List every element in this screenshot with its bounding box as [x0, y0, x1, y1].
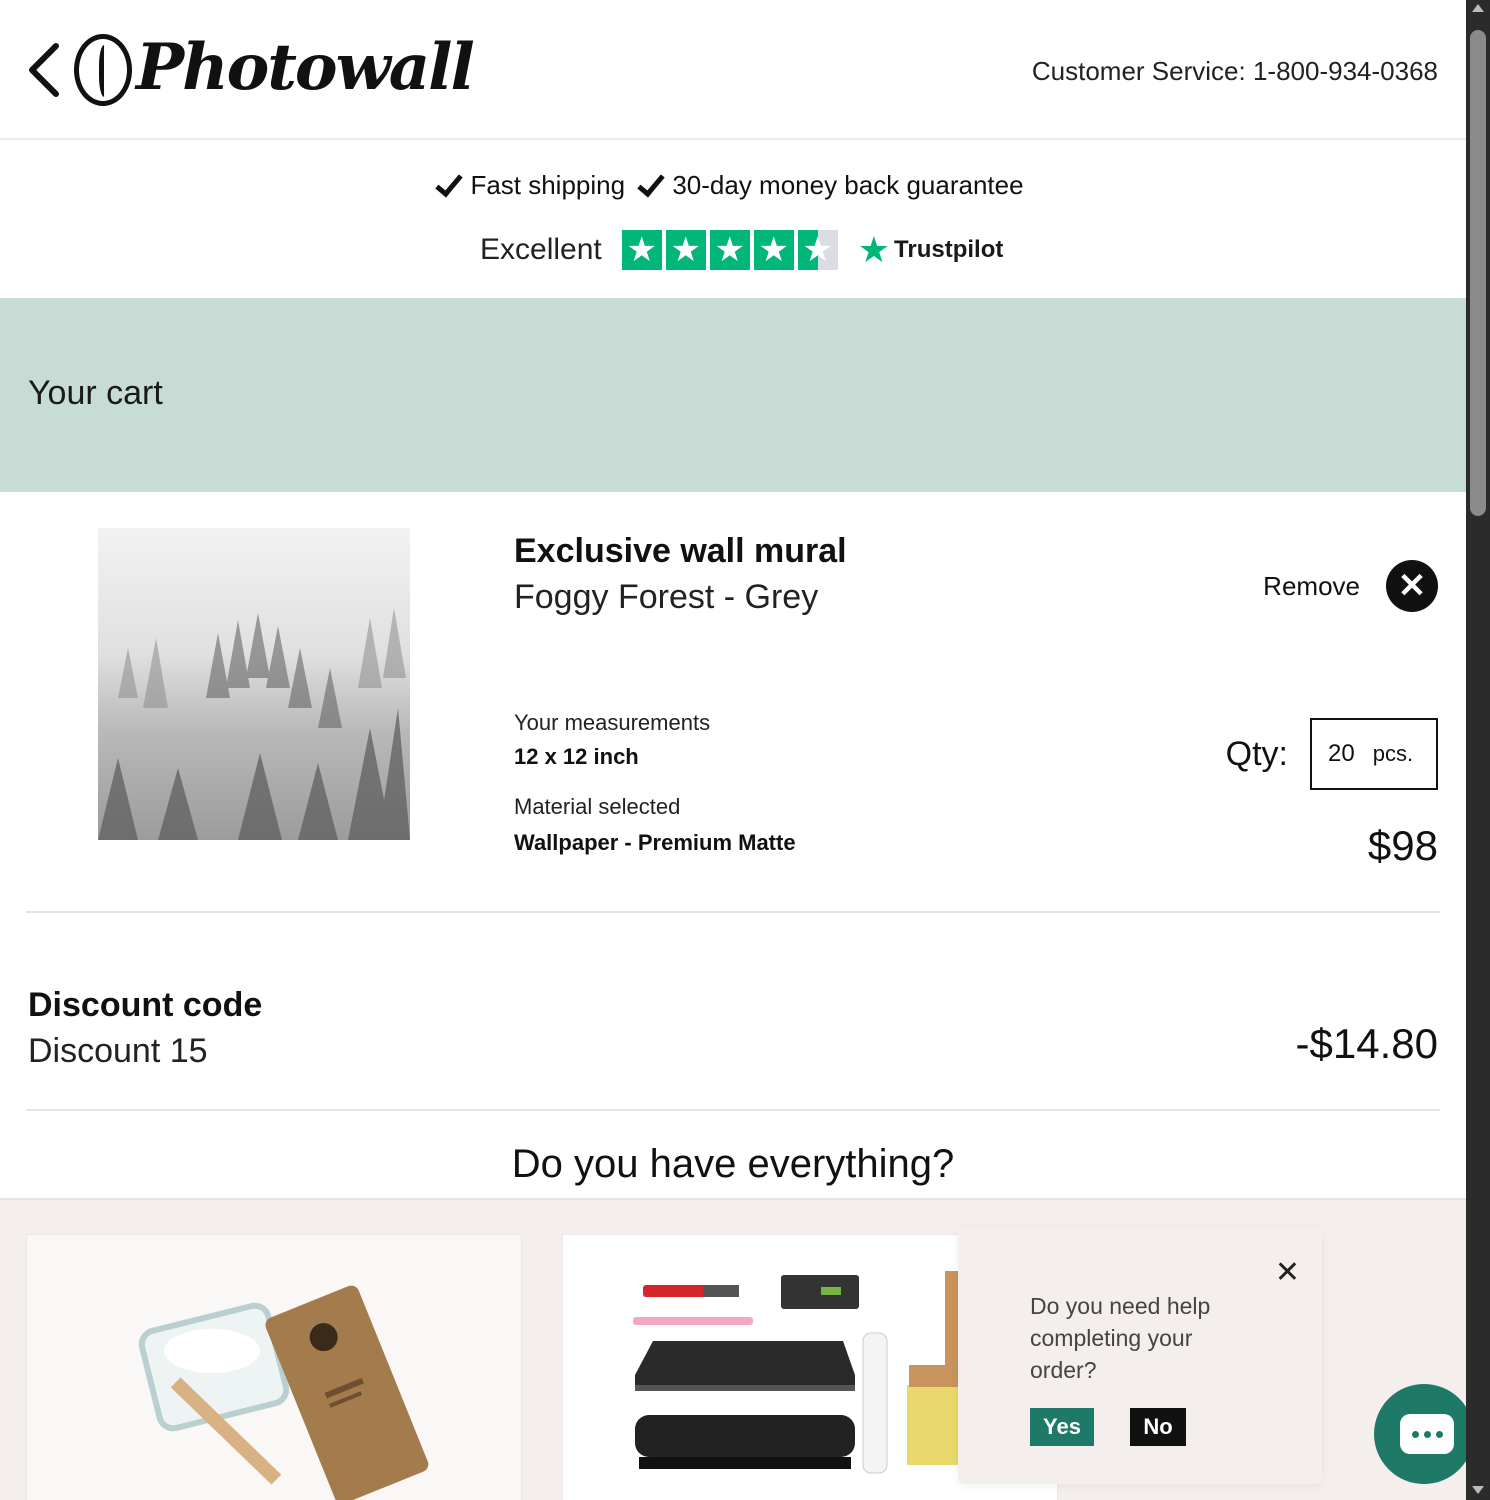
remove-label: Remove	[1263, 570, 1360, 601]
qty-unit: pcs.	[1372, 741, 1414, 766]
product-card-wallpaper-paste[interactable]	[26, 1234, 522, 1500]
qty-label: Qty:	[1225, 734, 1288, 773]
page-title: Your cart	[28, 374, 163, 412]
star-icon: ★	[665, 230, 706, 270]
site-header: Photowall Customer Service: 1-800-934-03…	[0, 0, 1466, 140]
scroll-up-arrow-icon[interactable]	[1472, 4, 1484, 12]
discount-amount: -$14.80	[1295, 1020, 1438, 1067]
no-button[interactable]: No	[1130, 1408, 1186, 1446]
product-name[interactable]: Foggy Forest - Grey	[514, 578, 818, 617]
page: Photowall Customer Service: 1-800-934-03…	[0, 0, 1466, 1500]
chat-button[interactable]	[1374, 1384, 1466, 1484]
divider	[26, 1109, 1440, 1111]
measurements-label: Your measurements	[514, 710, 711, 735]
product-image[interactable]	[98, 528, 410, 840]
close-icon[interactable]: ✕	[1275, 1258, 1300, 1288]
back-arrow-icon[interactable]	[24, 42, 64, 98]
close-icon[interactable]: ✕	[1386, 560, 1438, 612]
discount-title: Discount code	[28, 986, 263, 1024]
star-icon: ★	[709, 230, 750, 270]
logo-mark	[74, 34, 132, 106]
help-question: Do you need help completing your order?	[1030, 1293, 1211, 1383]
half-star-icon: ★	[797, 230, 838, 270]
quantity-control: Qty: 20 pcs.	[1226, 718, 1438, 790]
checkmark-icon	[435, 168, 464, 198]
usp-fast-shipping: Fast shipping	[435, 168, 626, 201]
material-value: Wallpaper - Premium Matte	[514, 830, 796, 855]
scroll-down-arrow-icon[interactable]	[1472, 1486, 1484, 1494]
upsell-heading: Do you have everything?	[511, 1142, 955, 1186]
cart-item: Exclusive wall mural Foggy Forest - Grey…	[0, 492, 1466, 912]
checkmark-icon	[637, 168, 666, 198]
qty-value: 20	[1328, 740, 1355, 767]
divider	[26, 911, 1440, 913]
discount-name: Discount 15	[28, 1032, 208, 1070]
chat-bubble-icon	[1400, 1414, 1454, 1454]
wallpaper-paste-image	[138, 1285, 429, 1500]
scrollbar-thumb[interactable]	[1470, 30, 1486, 516]
usp-money-back: 30-day money back guarantee	[637, 168, 1024, 201]
rating-stars: ★ ★ ★ ★ ★	[621, 230, 838, 270]
trust-bar: Fast shipping 30-day money back guarante…	[0, 142, 1466, 298]
logo[interactable]: Photowall	[136, 30, 475, 105]
trustpilot-star-icon: ★	[857, 229, 891, 270]
trustpilot-label: Trustpilot	[894, 236, 1004, 263]
cart-header-band: Your cart	[0, 298, 1466, 492]
remove-button[interactable]: Remove ✕	[1263, 560, 1438, 612]
product-type: Exclusive wall mural	[514, 532, 847, 570]
scrollbar[interactable]	[1466, 0, 1490, 1500]
trustpilot-widget[interactable]: Excellent ★ ★ ★ ★ ★ ★ Trustpilot	[480, 228, 1003, 272]
yes-button[interactable]: Yes	[1030, 1408, 1094, 1446]
customer-service-phone[interactable]: Customer Service: 1-800-934-0368	[1032, 56, 1438, 87]
material-label: Material selected	[514, 794, 681, 819]
measurements-value: 12 x 12 inch	[514, 744, 639, 769]
star-icon: ★	[753, 230, 794, 270]
usp-label: 30-day money back guarantee	[672, 170, 1024, 200]
star-icon: ★	[621, 230, 662, 270]
rating-word: Excellent	[480, 233, 602, 266]
quantity-input[interactable]: 20 pcs.	[1310, 718, 1438, 790]
usp-label: Fast shipping	[470, 170, 626, 200]
help-popup: ✕ Do you need help completing your order…	[958, 1228, 1322, 1484]
usp-list: Fast shipping 30-day money back guarante…	[0, 168, 1466, 201]
item-price: $98	[1367, 822, 1438, 869]
